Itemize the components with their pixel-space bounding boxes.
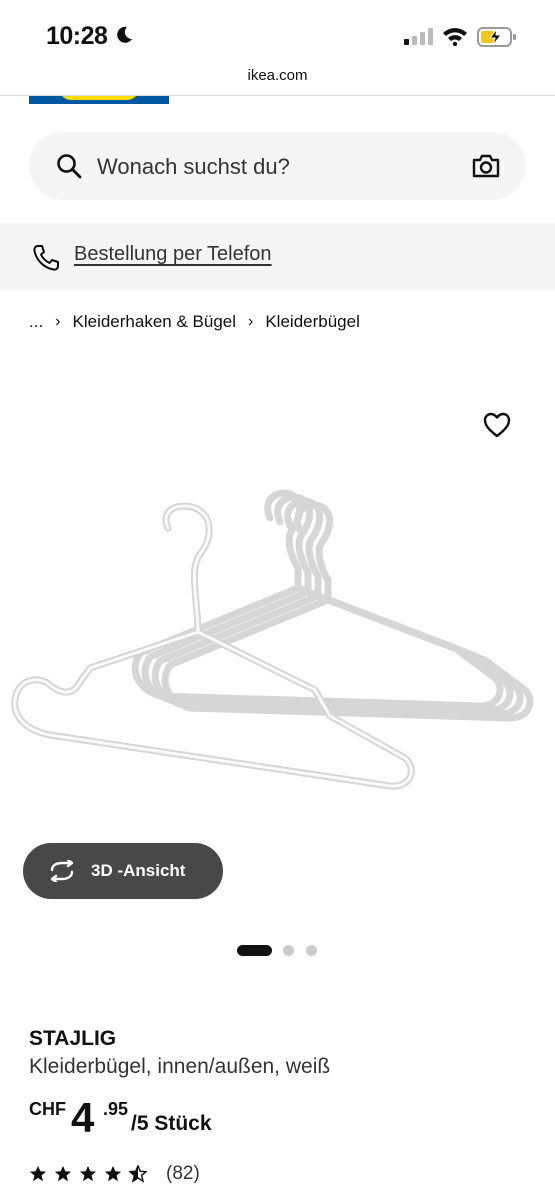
status-bar: 10:28	[0, 0, 555, 62]
breadcrumb-item-hooks-hangers[interactable]: Kleiderhaken & Bügel	[73, 312, 237, 332]
phone-order-banner: Bestellung per Telefon	[0, 223, 555, 291]
wifi-icon	[442, 26, 468, 51]
breadcrumb-item-hangers[interactable]: Kleiderbügel	[265, 312, 360, 332]
product-description: Kleiderbügel, innen/außen, weiß	[29, 1055, 331, 1078]
browser-domain: ikea.com	[247, 67, 308, 84]
search-icon	[56, 153, 82, 184]
favorite-button[interactable]	[482, 410, 512, 440]
phone-icon	[31, 243, 61, 278]
breadcrumb: ... › Kleiderhaken & Bügel › Kleiderbüge…	[29, 310, 360, 334]
moon-icon	[114, 25, 134, 50]
star-full-icon	[54, 1165, 72, 1182]
logo-yellow-oval	[59, 96, 139, 100]
price-unit: /5 Stück	[131, 1112, 212, 1135]
ikea-logo[interactable]	[29, 96, 169, 104]
hangers-illustration	[11, 489, 534, 790]
view-3d-button[interactable]: 3D -Ansicht	[23, 843, 223, 899]
heart-icon	[483, 412, 511, 438]
carousel-dot-active[interactable]	[237, 945, 272, 956]
view-3d-label: 3D -Ansicht	[91, 861, 186, 880]
price-currency: CHF	[29, 1099, 66, 1119]
carousel-dot[interactable]	[283, 945, 294, 956]
review-count[interactable]: (82)	[166, 1163, 200, 1185]
star-half-icon	[129, 1165, 147, 1183]
price-decimals: .95	[103, 1099, 129, 1119]
status-time: 10:28	[46, 22, 108, 50]
chevron-right-icon: ›	[248, 313, 254, 330]
product-rating[interactable]: (82)	[29, 1162, 200, 1186]
product-image[interactable]	[0, 480, 555, 820]
camera-icon[interactable]	[472, 153, 500, 184]
chevron-right-icon: ›	[55, 313, 61, 330]
rotate-3d-icon	[47, 858, 77, 887]
carousel-dot[interactable]	[306, 945, 317, 956]
battery-charging-icon	[477, 26, 517, 53]
star-full-icon	[104, 1165, 122, 1182]
breadcrumb-ellipsis[interactable]: ...	[29, 312, 43, 332]
signal-icon	[404, 28, 434, 51]
phone-order-link[interactable]: Bestellung per Telefon	[74, 243, 272, 266]
star-full-icon	[79, 1165, 97, 1182]
search-placeholder: Wonach suchst du?	[97, 154, 290, 179]
price-integer: 4	[71, 1094, 94, 1141]
search-input[interactable]: Wonach suchst du?	[29, 132, 526, 200]
browser-url-bar[interactable]: ikea.com	[0, 62, 555, 96]
star-full-icon	[29, 1165, 47, 1182]
product-name[interactable]: STAJLIG	[29, 1027, 116, 1051]
